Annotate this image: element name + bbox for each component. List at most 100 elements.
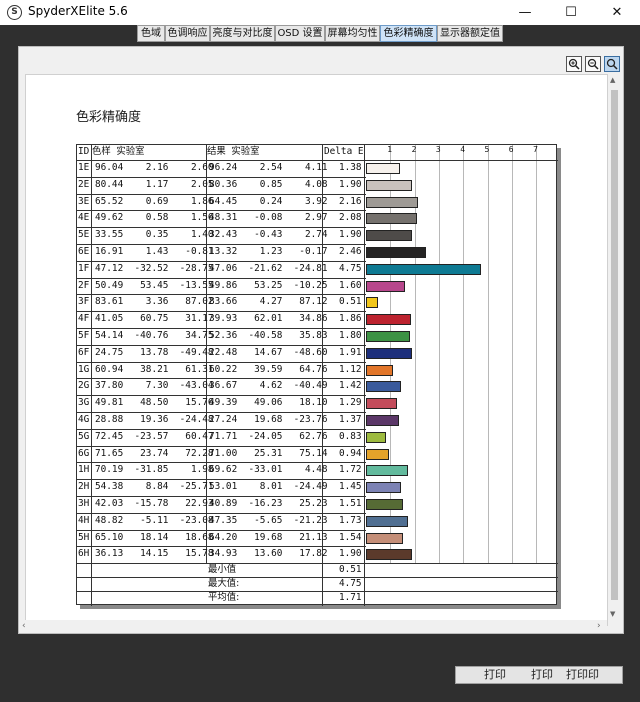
tab-screen-uniformity[interactable]: 屏幕均匀性 — [325, 25, 380, 42]
result-lab-values: 49.39 49.06 18.10 — [209, 397, 328, 409]
zoom-out-icon[interactable] — [585, 56, 601, 72]
sample-lab-values: 49.62 0.58 1.56 — [95, 212, 214, 224]
delta-e-value: 1.37 — [339, 414, 362, 425]
result-lab-values: 40.89 -16.23 25.23 — [209, 498, 328, 509]
result-lab-values: 60.22 39.59 64.76 — [209, 363, 328, 375]
row-id: 4E — [78, 212, 90, 224]
sample-lab-values: 37.80 7.30 -43.04 — [95, 380, 214, 392]
result-lab-values: 39.93 62.01 34.86 — [209, 313, 328, 325]
result-lab-values: 64.45 0.24 3.92 — [209, 195, 328, 207]
result-lab-values: 27.24 19.68 -23.76 — [209, 414, 328, 425]
row-id: 2F — [78, 279, 90, 291]
result-lab-values: 13.32 1.23 -0.17 — [209, 246, 328, 257]
delta-e-value: 1.60 — [339, 279, 362, 291]
tab-tone-response[interactable]: 色调响应 — [165, 25, 210, 42]
tab-bar: 色域 色调响应 亮度与对比度 OSD 设置 屏幕均匀性 色彩精确度 显示器额定值 — [0, 25, 640, 44]
delta-e-value: 1.38 — [339, 162, 362, 173]
scroll-left-icon[interactable]: ‹ — [22, 621, 26, 631]
scroll-up-icon[interactable]: ▲ — [610, 76, 615, 84]
delta-e-bar — [366, 230, 413, 242]
row-id: 6G — [78, 447, 90, 459]
header-result: 结果 实验室 — [207, 146, 260, 157]
delta-e-bar — [366, 297, 379, 309]
result-lab-values: 80.36 0.85 4.08 — [209, 178, 328, 190]
delta-e-bar — [366, 314, 412, 326]
tab-display-rating[interactable]: 显示器额定值 — [437, 25, 503, 42]
row-id: 6H — [78, 548, 90, 560]
row-id: 6F — [78, 346, 90, 358]
result-lab-values: 64.20 19.68 21.13 — [209, 531, 328, 543]
row-id: 1E — [78, 162, 90, 173]
sample-lab-values: 72.45 -23.57 60.47 — [95, 430, 214, 442]
title-bar: S SpyderXElite 5.6 — ☐ ✕ — [0, 0, 640, 25]
delta-e-value: 1.90 — [339, 178, 362, 190]
delta-e-bar — [366, 247, 426, 258]
scroll-down-icon[interactable]: ▼ — [610, 610, 615, 618]
maximize-button[interactable]: ☐ — [548, 0, 594, 25]
print-button-3[interactable]: 打印印 — [566, 667, 599, 683]
chart-gridline — [414, 145, 416, 564]
tab-brightness-contrast[interactable]: 亮度与对比度 — [210, 25, 275, 42]
summary-value: 1.71 — [339, 592, 362, 604]
horizontal-scrollbar[interactable]: ‹ › — [19, 620, 607, 633]
delta-e-bar — [366, 196, 419, 208]
delta-e-value: 2.16 — [339, 195, 362, 207]
row-id: 2H — [78, 481, 90, 493]
sample-lab-values: 42.03 -15.78 22.93 — [95, 498, 214, 509]
zoom-fit-icon[interactable] — [604, 56, 620, 72]
delta-e-bar — [366, 331, 410, 342]
summary-label: 平均值: — [208, 592, 240, 604]
sample-lab-values: 96.04 2.16 2.60 — [95, 162, 214, 173]
delta-e-value: 1.54 — [339, 531, 362, 543]
header-sample: 色样 实验室 — [92, 146, 145, 157]
axis-tick-label: 2 — [411, 145, 417, 154]
axis-tick-label: 4 — [460, 145, 466, 154]
delta-e-value: 2.08 — [339, 212, 362, 224]
scroll-right-icon[interactable]: › — [597, 621, 601, 631]
sample-lab-values: 65.10 18.14 18.68 — [95, 531, 214, 543]
close-button[interactable]: ✕ — [594, 0, 640, 25]
row-id: 2G — [78, 380, 90, 392]
delta-e-bar — [366, 213, 417, 225]
delta-e-value: 1.86 — [339, 313, 362, 325]
tab-gamut[interactable]: 色域 — [137, 25, 165, 42]
tab-osd-settings[interactable]: OSD 设置 — [275, 25, 325, 42]
sample-lab-values: 16.91 1.43 -0.81 — [95, 246, 214, 257]
row-id: 1F — [78, 262, 90, 274]
row-id: 3H — [78, 498, 90, 509]
row-id: 1G — [78, 363, 90, 375]
header-delta: Delta E — [324, 146, 364, 157]
delta-e-bar — [366, 347, 413, 359]
delta-e-value: 1.29 — [339, 397, 362, 409]
result-lab-values: 71.71 -24.05 62.76 — [209, 430, 328, 442]
axis-tick-label: 5 — [484, 145, 490, 154]
sample-lab-values: 50.49 53.45 -13.55 — [95, 279, 214, 291]
delta-e-value: 1.73 — [339, 514, 362, 526]
tab-color-accuracy[interactable]: 色彩精确度 — [380, 25, 437, 42]
row-id: 4F — [78, 313, 90, 325]
delta-e-value: 0.51 — [339, 296, 362, 308]
vertical-scrollbar[interactable]: ▲ ▼ — [608, 74, 621, 620]
print-button-group: 打印 打印 打印印 — [455, 666, 623, 684]
row-id: 6E — [78, 246, 90, 257]
column-divider — [364, 145, 365, 606]
delta-e-bar — [366, 448, 389, 460]
delta-e-bar — [366, 398, 398, 410]
sample-lab-values: 83.61 3.36 87.02 — [95, 296, 214, 308]
zoom-in-icon[interactable] — [566, 56, 582, 72]
result-lab-values: 48.31 -0.08 2.97 — [209, 212, 328, 224]
row-id: 3E — [78, 195, 90, 207]
app-logo-icon: S — [7, 5, 22, 20]
minimize-button[interactable]: — — [502, 0, 548, 25]
delta-e-bar — [366, 381, 401, 393]
print-button-2[interactable]: 打印 — [531, 667, 553, 683]
result-lab-values: 47.06 -21.62 -24.81 — [209, 262, 328, 274]
delta-e-bar — [366, 280, 405, 292]
delta-e-value: 1.90 — [339, 548, 362, 560]
sample-lab-values: 65.52 0.69 1.86 — [95, 195, 214, 207]
delta-e-value: 1.72 — [339, 464, 362, 476]
print-button[interactable]: 打印 — [484, 667, 506, 683]
scroll-thumb[interactable] — [611, 90, 618, 600]
sample-lab-values: 36.13 14.15 15.78 — [95, 548, 214, 560]
column-divider — [91, 145, 92, 606]
